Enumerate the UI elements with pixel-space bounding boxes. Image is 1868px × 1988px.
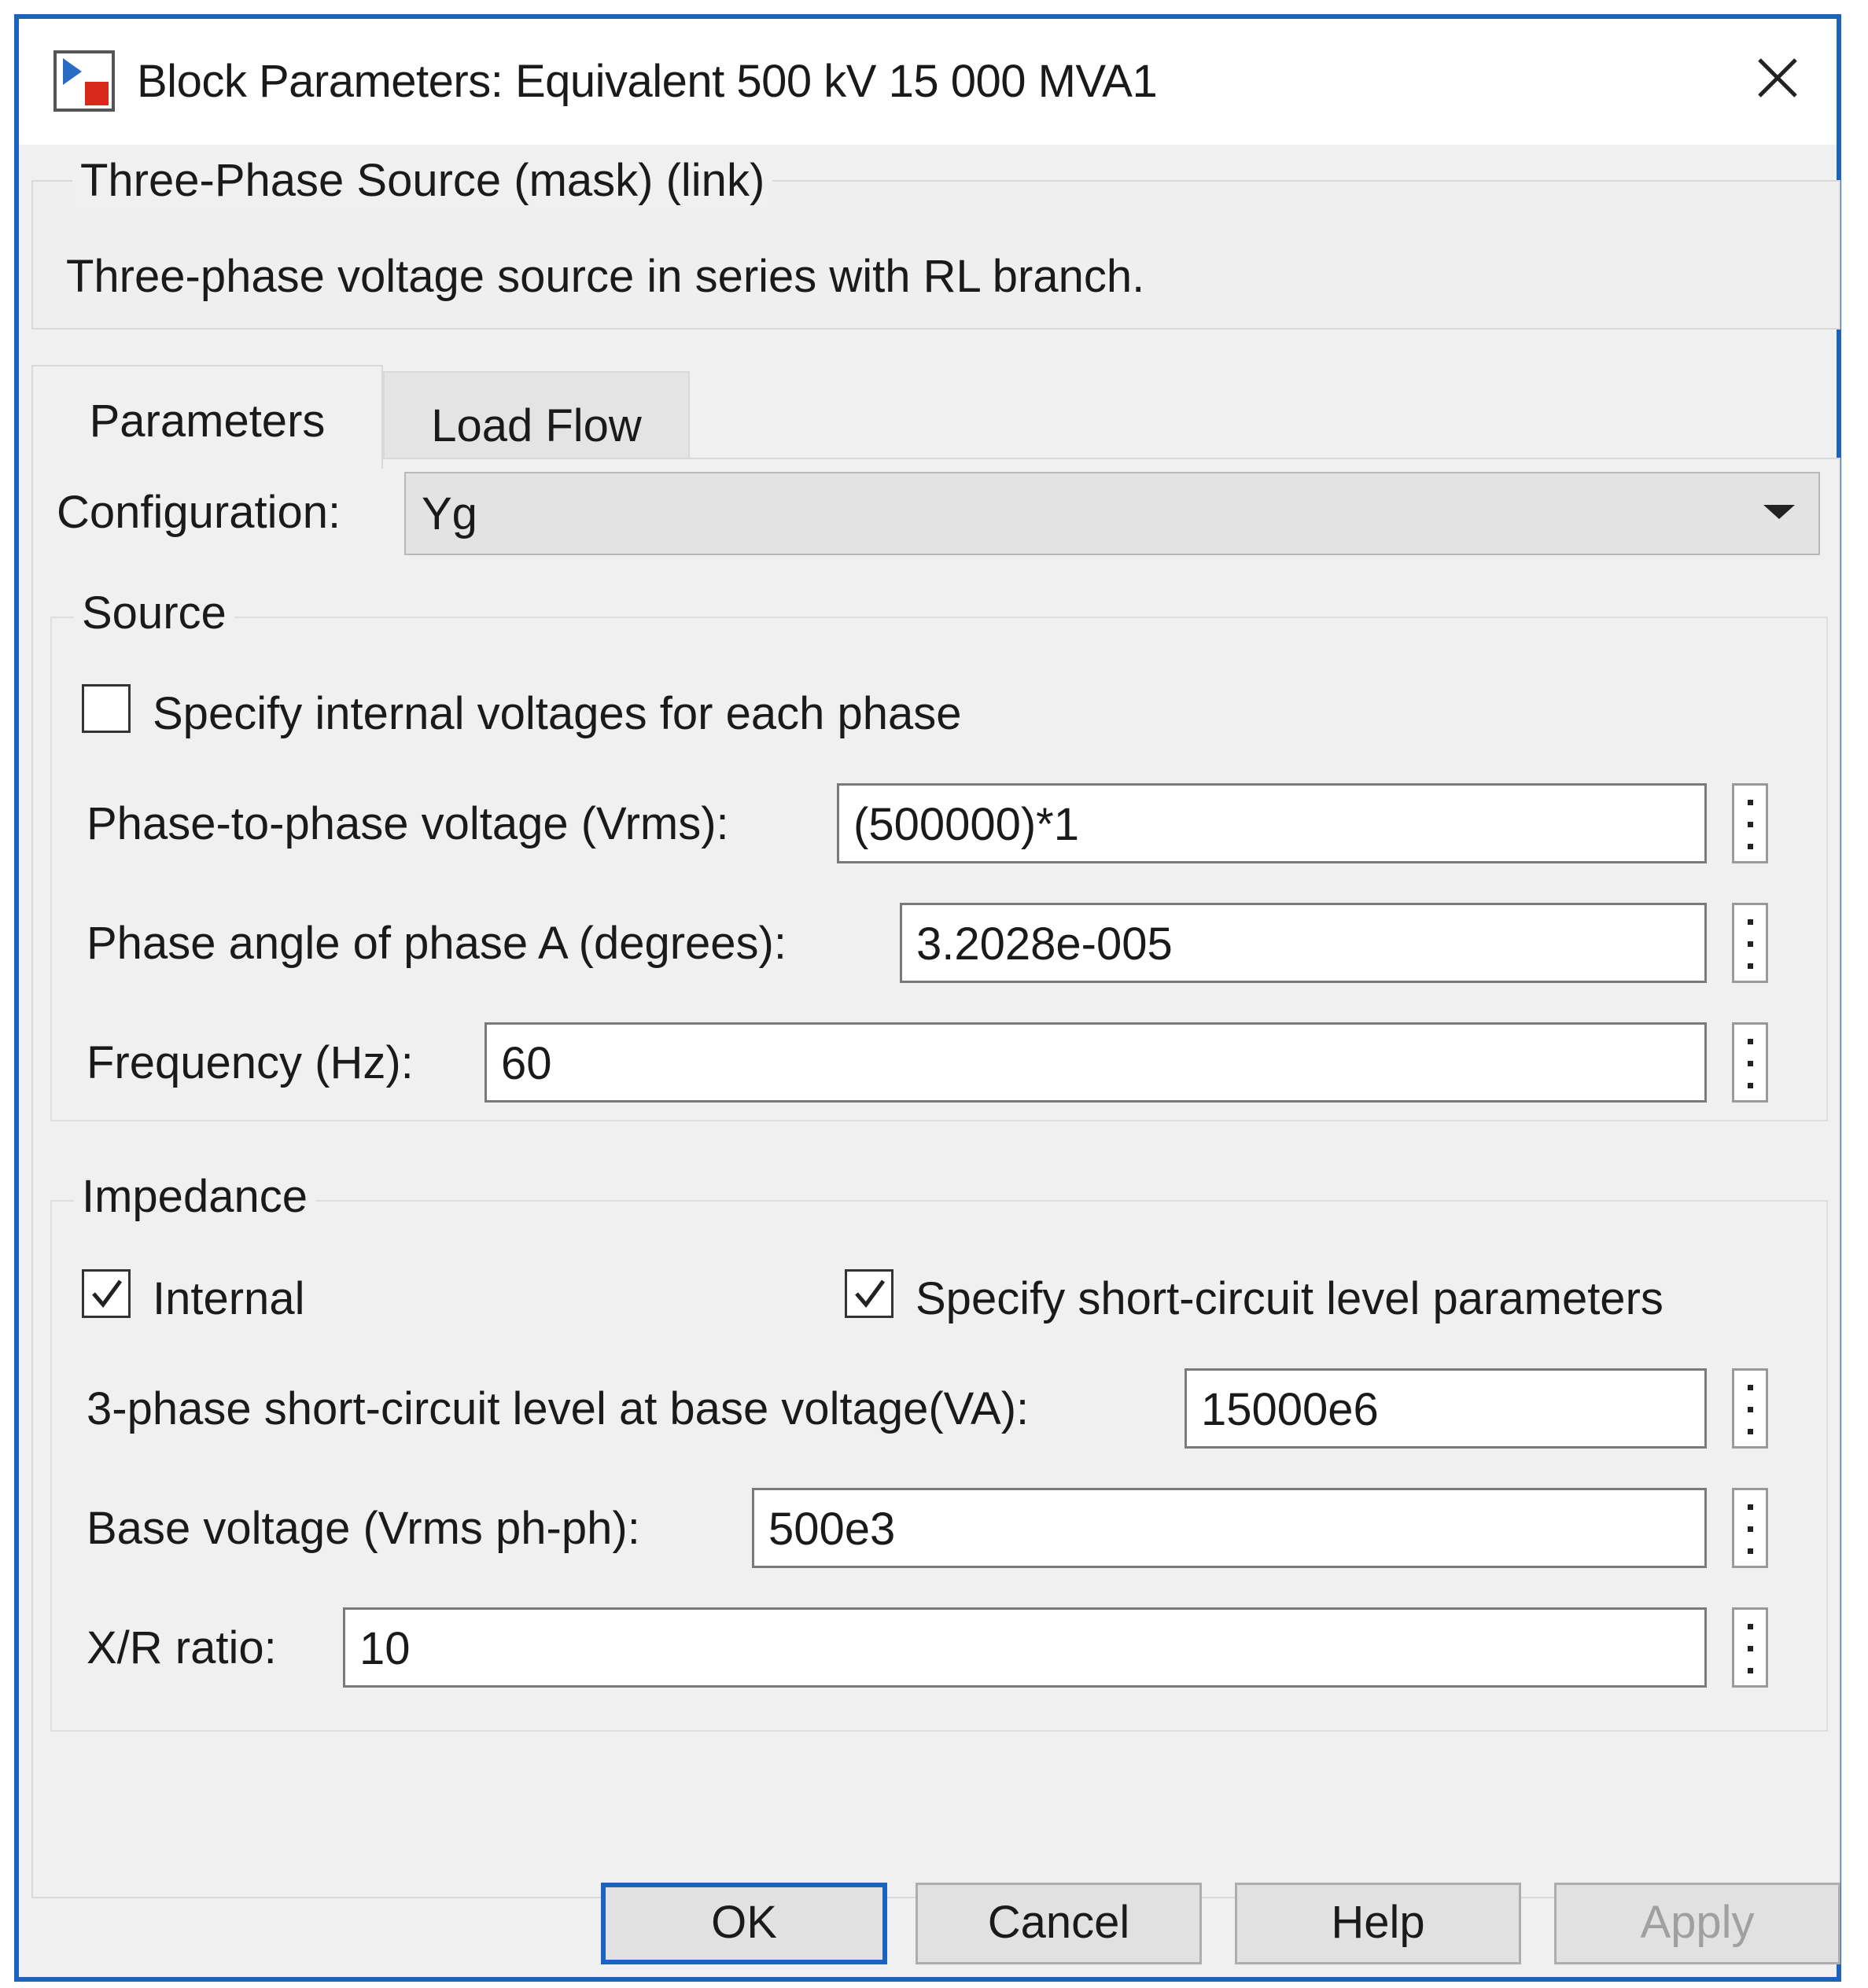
dialog-window: Block Parameters: Equivalent 500 kV 15 0… <box>14 14 1841 1982</box>
xr-ratio-input[interactable]: 10 <box>343 1607 1707 1688</box>
short-circuit-level-input[interactable]: 15000e6 <box>1185 1368 1707 1449</box>
tab-parameters[interactable]: Parameters <box>31 365 383 469</box>
simulink-block-icon <box>53 50 115 112</box>
help-button[interactable]: Help <box>1235 1883 1521 1964</box>
configuration-value: Yg <box>422 488 477 539</box>
more-options-icon[interactable] <box>1732 1368 1768 1449</box>
short-circuit-level-label: 3-phase short-circuit level at base volt… <box>87 1383 1030 1434</box>
more-options-icon[interactable] <box>1732 1607 1768 1688</box>
short-circuit-label: Specify short-circuit level parameters <box>916 1273 1664 1324</box>
checkmark-icon <box>855 1279 886 1309</box>
specify-internal-checkbox[interactable] <box>82 684 131 733</box>
window-title: Block Parameters: Equivalent 500 kV 15 0… <box>137 56 1158 107</box>
more-options-icon[interactable] <box>1732 903 1768 983</box>
more-options-icon[interactable] <box>1732 1022 1768 1103</box>
base-voltage-label: Base voltage (Vrms ph-ph): <box>87 1503 640 1554</box>
cancel-button[interactable]: Cancel <box>916 1883 1202 1964</box>
phase-angle-value: 3.2028e-005 <box>916 919 1173 970</box>
xr-ratio-label: X/R ratio: <box>87 1622 277 1673</box>
specify-internal-label: Specify internal voltages for each phase <box>153 688 962 739</box>
title-bar: Block Parameters: Equivalent 500 kV 15 0… <box>19 19 1837 145</box>
ok-button[interactable]: OK <box>601 1883 887 1964</box>
phase-voltage-value: (500000)*1 <box>853 799 1079 850</box>
xr-ratio-value: 10 <box>359 1623 411 1674</box>
base-voltage-input[interactable]: 500e3 <box>752 1488 1707 1568</box>
phase-angle-input[interactable]: 3.2028e-005 <box>900 903 1707 983</box>
base-voltage-value: 500e3 <box>768 1504 896 1555</box>
internal-checkbox[interactable] <box>82 1269 131 1318</box>
impedance-group-title: Impedance <box>74 1170 315 1223</box>
short-circuit-level-value: 15000e6 <box>1201 1384 1379 1435</box>
phase-voltage-label: Phase-to-phase voltage (Vrms): <box>87 798 729 849</box>
close-icon[interactable] <box>1750 50 1805 105</box>
phase-angle-label: Phase angle of phase A (degrees): <box>87 918 787 969</box>
more-options-icon[interactable] <box>1732 1488 1768 1568</box>
more-options-icon[interactable] <box>1732 783 1768 863</box>
phase-voltage-input[interactable]: (500000)*1 <box>837 783 1707 863</box>
mask-title: Three-Phase Source (mask) (link) <box>72 154 773 207</box>
configuration-label: Configuration: <box>57 487 341 538</box>
mask-description: Three-phase voltage source in series wit… <box>66 251 1145 302</box>
configuration-select[interactable]: Yg <box>404 472 1820 555</box>
source-group-title: Source <box>74 587 234 639</box>
chevron-down-icon <box>1763 505 1795 519</box>
frequency-label: Frequency (Hz): <box>87 1037 414 1088</box>
apply-button[interactable]: Apply <box>1554 1883 1840 1964</box>
tab-load-flow[interactable]: Load Flow <box>383 371 690 469</box>
short-circuit-checkbox[interactable] <box>845 1269 893 1318</box>
internal-label: Internal <box>153 1273 305 1324</box>
checkmark-icon <box>92 1279 123 1309</box>
frequency-value: 60 <box>501 1038 552 1089</box>
frequency-input[interactable]: 60 <box>485 1022 1707 1103</box>
